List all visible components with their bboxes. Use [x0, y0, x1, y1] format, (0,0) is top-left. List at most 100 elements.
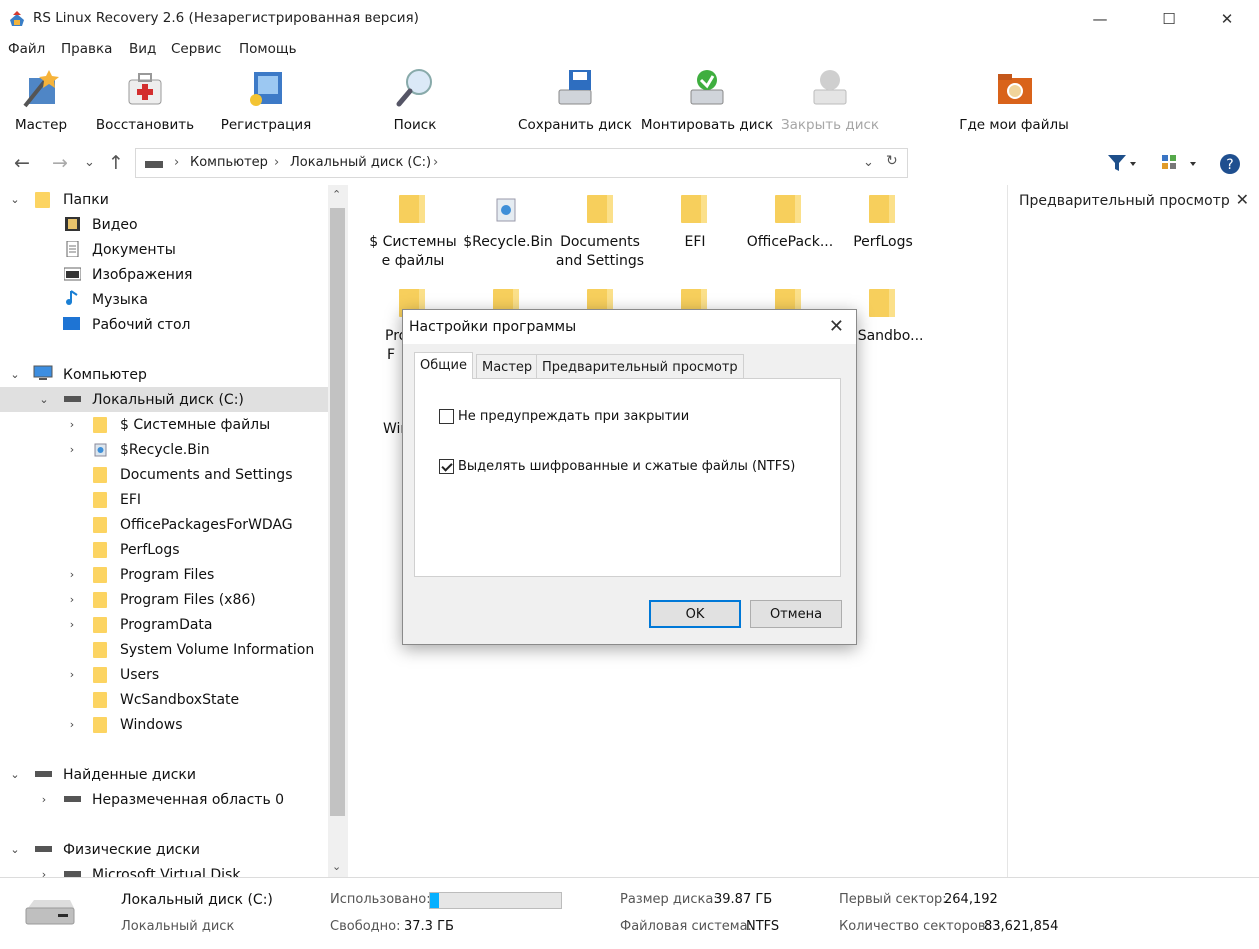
- search-button[interactable]: Поиск: [385, 62, 445, 140]
- breadcrumb-local-disk[interactable]: Локальный диск (C:): [290, 155, 431, 170]
- menu-help[interactable]: Помощь: [239, 41, 297, 57]
- tree-item[interactable]: › $ Системные файлы: [0, 412, 328, 437]
- file-item-label[interactable]: $Recycle.Bin: [462, 233, 554, 252]
- chevron-right-icon[interactable]: ›: [38, 793, 50, 806]
- drive-icon: [64, 796, 81, 802]
- chevron-down-icon[interactable]: ⌄: [38, 393, 50, 406]
- back-arrow-icon[interactable]: ←: [14, 152, 30, 174]
- tree-item[interactable]: › Program Files (x86): [0, 587, 328, 612]
- close-window-button[interactable]: ✕: [1204, 0, 1250, 38]
- menu-file[interactable]: Файл: [8, 41, 45, 57]
- tree-found-disks[interactable]: ⌄ Найденные диски: [0, 762, 328, 787]
- cancel-button[interactable]: Отмена: [750, 600, 842, 628]
- tab-preview[interactable]: Предварительный просмотр: [536, 354, 744, 379]
- chevron-right-icon[interactable]: ›: [66, 593, 78, 606]
- maximize-button[interactable]: ☐: [1146, 0, 1192, 38]
- tree-item[interactable]: PerfLogs: [0, 537, 328, 562]
- dialog-title: Настройки программы: [409, 319, 577, 335]
- tree-item[interactable]: › ProgramData: [0, 612, 328, 637]
- scroll-down-icon[interactable]: ⌄: [332, 860, 341, 873]
- recycle-bin-icon[interactable]: [493, 191, 519, 227]
- tree-physical-disks[interactable]: ⌄ Физические диски: [0, 837, 328, 862]
- help-icon[interactable]: ?: [1219, 153, 1241, 179]
- forward-arrow-icon[interactable]: →: [52, 152, 68, 174]
- highlight-encrypted-option[interactable]: Выделять шифрованные и сжатые файлы (NTF…: [439, 459, 795, 474]
- close-preview-icon[interactable]: ✕: [1236, 190, 1249, 209]
- tree-item[interactable]: › $Recycle.Bin: [0, 437, 328, 462]
- chevron-right-icon[interactable]: ›: [38, 868, 50, 877]
- highlight-encrypted-checkbox[interactable]: [439, 459, 454, 474]
- menu-edit[interactable]: Правка: [61, 41, 112, 57]
- tree-item-desktop[interactable]: Рабочий стол: [0, 312, 328, 337]
- dialog-close-icon[interactable]: ✕: [829, 316, 844, 337]
- folder-icon[interactable]: [587, 191, 613, 227]
- folder-icon[interactable]: [869, 285, 895, 321]
- folder-icon[interactable]: [681, 191, 707, 227]
- chevron-right-icon[interactable]: ›: [66, 443, 78, 456]
- tree-item[interactable]: › Windows: [0, 712, 328, 737]
- tree-scrollbar-thumb[interactable]: [330, 208, 345, 816]
- tree-item[interactable]: › Users: [0, 662, 328, 687]
- tree-folders-header[interactable]: ⌄ Папки: [0, 187, 328, 212]
- chevron-down-icon[interactable]: ⌄: [9, 368, 21, 381]
- tree-item-video[interactable]: Видео: [0, 212, 328, 237]
- file-item-label[interactable]: $ Системны е файлы: [360, 233, 466, 271]
- tree-item[interactable]: WcSandboxState: [0, 687, 328, 712]
- chevron-down-icon[interactable]: ⌄: [9, 768, 21, 781]
- mount-disk-button[interactable]: Монтировать диск: [641, 62, 773, 140]
- folder-icon[interactable]: [869, 191, 895, 227]
- file-item-label[interactable]: OfficePack...: [740, 233, 840, 252]
- save-disk-button[interactable]: Сохранить диск: [518, 62, 632, 140]
- menu-view[interactable]: Вид: [129, 41, 156, 57]
- chevron-right-icon[interactable]: ›: [66, 718, 78, 731]
- tree-item-documents[interactable]: Документы: [0, 237, 328, 262]
- scroll-up-icon[interactable]: ⌃: [332, 188, 341, 201]
- tab-wizard[interactable]: Мастер: [476, 354, 539, 379]
- recent-locations-icon[interactable]: ⌄: [84, 155, 95, 170]
- tree-unallocated[interactable]: › Неразмеченная область 0: [0, 787, 328, 812]
- where-my-files-button[interactable]: Где мои файлы: [958, 62, 1070, 140]
- address-dropdown-icon[interactable]: ⌄: [863, 155, 874, 170]
- folder-icon[interactable]: [399, 191, 425, 227]
- ok-button[interactable]: OK: [649, 600, 741, 628]
- tree-virtual-disk[interactable]: › Microsoft Virtual Disk: [0, 862, 328, 877]
- restore-button[interactable]: Восстановить: [95, 62, 195, 140]
- up-arrow-icon[interactable]: ↑: [108, 152, 124, 174]
- chevron-down-icon[interactable]: ⌄: [9, 193, 21, 206]
- file-item-label[interactable]: PerfLogs: [840, 233, 926, 252]
- tree-item[interactable]: › Program Files: [0, 562, 328, 587]
- view-mode-icon[interactable]: [1160, 152, 1204, 178]
- chevron-right-icon[interactable]: ›: [66, 618, 78, 631]
- tree-local-disk-c[interactable]: ⌄ Локальный диск (C:): [0, 387, 328, 412]
- chevron-right-icon[interactable]: ›: [66, 568, 78, 581]
- folder-icon[interactable]: [775, 191, 801, 227]
- breadcrumb-computer[interactable]: Компьютер: [190, 155, 268, 170]
- no-warn-on-close-checkbox[interactable]: [439, 409, 454, 424]
- wizard-button[interactable]: Мастер: [10, 62, 72, 140]
- tree-item[interactable]: Documents and Settings: [0, 462, 328, 487]
- tree-item-images[interactable]: Изображения: [0, 262, 328, 287]
- tree-item[interactable]: OfficePackagesForWDAG: [0, 512, 328, 537]
- tree-computer[interactable]: ⌄ Компьютер: [0, 362, 328, 387]
- address-bar[interactable]: › Компьютер › Локальный диск (C:) › ⌄ ↻: [135, 148, 908, 178]
- minimize-button[interactable]: —: [1077, 0, 1123, 38]
- tree-item[interactable]: System Volume Information: [0, 637, 328, 662]
- filter-icon[interactable]: [1106, 152, 1138, 178]
- chevron-right-icon[interactable]: ›: [66, 418, 78, 431]
- chevron-right-icon[interactable]: ›: [66, 668, 78, 681]
- folder-icon: [93, 617, 107, 633]
- close-disk-button[interactable]: Закрыть диск: [781, 62, 879, 140]
- tree-item-music[interactable]: Музыка: [0, 287, 328, 312]
- refresh-icon[interactable]: ↻: [886, 153, 898, 169]
- no-warn-on-close-option[interactable]: Не предупреждать при закрытии: [439, 409, 689, 424]
- preview-title: Предварительный просмотр: [1019, 193, 1230, 209]
- file-item-label[interactable]: Documents and Settings: [550, 233, 650, 271]
- tab-general[interactable]: Общие: [414, 352, 473, 379]
- file-item-label[interactable]: EFI: [652, 233, 738, 252]
- file-item-label[interactable]: cSandbo...: [850, 327, 923, 346]
- menu-service[interactable]: Сервис: [171, 41, 221, 57]
- chevron-down-icon[interactable]: ⌄: [9, 843, 21, 856]
- register-button[interactable]: Регистрация: [220, 62, 312, 140]
- drive-icon: [35, 846, 52, 852]
- tree-item[interactable]: EFI: [0, 487, 328, 512]
